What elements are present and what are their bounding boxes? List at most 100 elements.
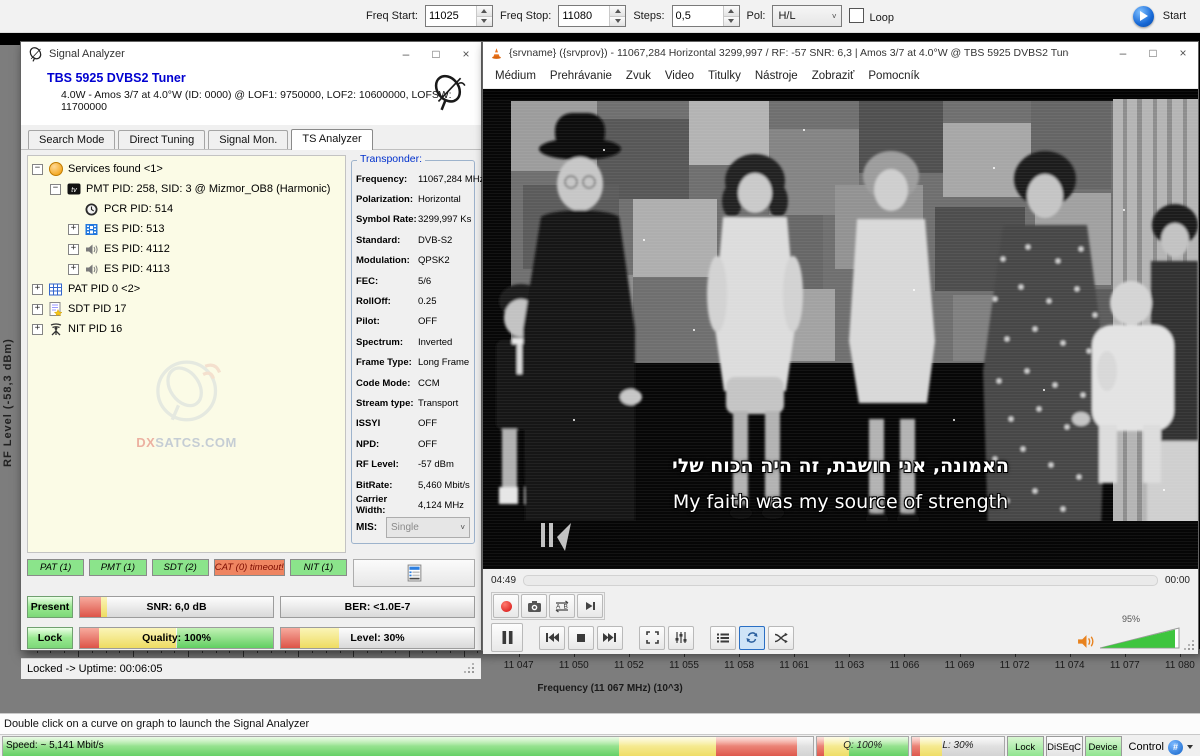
collapse-icon[interactable]: − <box>32 164 43 175</box>
device-button[interactable]: Device <box>1085 736 1122 756</box>
menu-zvuk[interactable]: Zvuk <box>619 70 658 82</box>
expand-icon[interactable]: + <box>68 264 79 275</box>
resize-grip[interactable] <box>465 664 475 674</box>
pol-select[interactable]: H/L˅ <box>772 5 842 27</box>
ab-loop-button[interactable]: AB <box>549 594 575 618</box>
volume-slider[interactable] <box>1100 627 1180 649</box>
ts-report-button[interactable] <box>353 559 475 587</box>
pause-button[interactable] <box>491 623 523 652</box>
lock-status-button[interactable]: Lock <box>1007 736 1044 756</box>
volume-control[interactable]: 95% <box>1077 627 1190 649</box>
tab-ts-analyzer[interactable]: TS Analyzer <box>291 129 372 150</box>
seek-bar[interactable] <box>523 575 1158 586</box>
tree-row[interactable]: PCR PID: 514 <box>68 199 343 219</box>
loop-checkbox-group[interactable]: Loop <box>849 8 893 24</box>
steps-stepper[interactable] <box>672 5 740 27</box>
loop-button[interactable] <box>739 626 765 650</box>
freq-stop-input[interactable] <box>559 6 609 26</box>
expand-icon[interactable]: + <box>68 244 79 255</box>
menu-zobrazi-[interactable]: Zobraziť <box>805 70 862 82</box>
menu-pomocn-k[interactable]: Pomocník <box>861 70 926 82</box>
tree-row[interactable]: +ES PID: 4112 <box>68 239 343 259</box>
freq-start-input[interactable] <box>426 6 476 26</box>
transponder-row: Frame Type:Long Frame <box>356 353 470 373</box>
tree-row-label: ES PID: 513 <box>104 223 165 235</box>
frequency-tick-label: 11 080 <box>1165 660 1195 671</box>
resize-grip[interactable] <box>1185 641 1195 651</box>
tree-row[interactable]: + ES PID: 513 <box>68 219 343 239</box>
close-button[interactable]: × <box>451 42 481 66</box>
tree-row[interactable]: −tvPMT PID: 258, SID: 3 @ Mizmor_OB8 (Ha… <box>50 179 343 199</box>
menu-m-dium[interactable]: Médium <box>488 70 543 82</box>
freq-stop-up-button[interactable] <box>610 6 625 16</box>
freq-start-up-button[interactable] <box>477 6 492 16</box>
start-button-label[interactable]: Start <box>1163 10 1186 22</box>
record-icon <box>501 601 512 612</box>
steps-up-button[interactable] <box>724 6 739 16</box>
vlc-titlebar[interactable]: {srvname} ({srvprov}) - 11067,284 Horizo… <box>483 42 1198 64</box>
maximize-button[interactable]: □ <box>1138 42 1168 64</box>
expand-icon[interactable]: + <box>32 304 43 315</box>
tab-search-mode[interactable]: Search Mode <box>28 130 115 149</box>
menu-video[interactable]: Video <box>658 70 701 82</box>
tree-row[interactable]: + ES PID: 4113 <box>68 259 343 279</box>
volume-percent: 95% <box>1122 614 1140 624</box>
transponder-row: Pilot:OFF <box>356 312 470 332</box>
menu-titulky[interactable]: Titulky <box>701 70 748 82</box>
menu-prehr-vanie[interactable]: Prehrávanie <box>543 70 619 82</box>
minimize-button[interactable]: – <box>1108 42 1138 64</box>
frame-step-button[interactable] <box>577 594 603 618</box>
transponder-panel: Transponder: Frequency:11067,284 MHzPola… <box>351 155 475 553</box>
tree-row[interactable]: −Services found <1> <box>32 159 343 179</box>
minimize-button[interactable]: – <box>391 42 421 66</box>
tab-direct-tuning[interactable]: Direct Tuning <box>118 130 205 149</box>
tree-row[interactable]: +SDT PID 17 <box>32 299 343 319</box>
steps-down-button[interactable] <box>724 16 739 27</box>
loop-checkbox[interactable] <box>849 8 864 23</box>
chevron-down-icon: ˅ <box>832 12 837 21</box>
close-button[interactable]: × <box>1168 42 1198 64</box>
table-icon <box>48 282 63 296</box>
tree-row-label: ES PID: 4113 <box>104 263 170 275</box>
next-button[interactable] <box>597 626 623 650</box>
window-title: {srvname} ({srvprov}) - 11067,284 Horizo… <box>509 47 1069 59</box>
vlc-window: {srvname} ({srvprov}) - 11067,284 Horizo… <box>482 41 1199 651</box>
snapshot-button[interactable] <box>521 594 547 618</box>
tab-signal-mon-[interactable]: Signal Mon. <box>208 130 288 149</box>
fullscreen-button[interactable] <box>639 626 665 650</box>
vlc-menubar: MédiumPrehrávanieZvukVideoTitulkyNástroj… <box>483 64 1198 89</box>
freq-stop-down-button[interactable] <box>610 16 625 27</box>
diseqc-button[interactable]: DiSEqC <box>1046 736 1083 756</box>
analyzer-tabs: Search ModeDirect TuningSignal Mon.TS An… <box>21 125 481 150</box>
signal-analyzer-window: Signal Analyzer – □ × TBS 5925 DVBS2 Tun… <box>20 41 482 651</box>
snr-bar: SNR: 6,0 dB <box>79 596 274 618</box>
start-icon[interactable] <box>1133 6 1154 27</box>
playlist-button[interactable] <box>710 626 736 650</box>
video-icon <box>84 222 99 236</box>
expand-icon[interactable]: + <box>68 224 79 235</box>
tree-row[interactable]: +PAT PID 0 <2> <box>32 279 343 299</box>
freq-start-stepper[interactable] <box>425 5 493 27</box>
steps-label: Steps: <box>633 10 664 22</box>
mis-select[interactable]: Single˅ <box>386 517 470 538</box>
previous-button[interactable] <box>539 626 565 650</box>
maximize-button[interactable]: □ <box>421 42 451 66</box>
stop-button[interactable] <box>568 626 594 650</box>
freq-stop-stepper[interactable] <box>558 5 626 27</box>
record-button[interactable] <box>493 594 519 618</box>
collapse-icon[interactable]: − <box>50 184 61 195</box>
video-area[interactable]: האמונה, אני חושבת, זה היה הכוח שלי My fa… <box>483 89 1198 569</box>
ts-tree-panel[interactable]: DXSATCS.COM −Services found <1>−tvPMT PI… <box>27 155 346 553</box>
menu-n-stroje[interactable]: Nástroje <box>748 70 805 82</box>
equalizer-button[interactable] <box>668 626 694 650</box>
expand-icon[interactable]: + <box>32 284 43 295</box>
steps-input[interactable] <box>673 6 723 26</box>
freq-start-down-button[interactable] <box>477 16 492 27</box>
signal-analyzer-titlebar[interactable]: Signal Analyzer – □ × <box>21 42 481 66</box>
chevron-down-icon: ˅ <box>460 523 465 532</box>
control-menu[interactable]: Control # <box>1124 736 1198 756</box>
expand-icon[interactable]: + <box>32 324 43 335</box>
shuffle-button[interactable] <box>768 626 794 650</box>
tree-row[interactable]: +NIT PID 16 <box>32 319 343 339</box>
tree-row-label: PMT PID: 258, SID: 3 @ Mizmor_OB8 (Harmo… <box>86 183 330 195</box>
